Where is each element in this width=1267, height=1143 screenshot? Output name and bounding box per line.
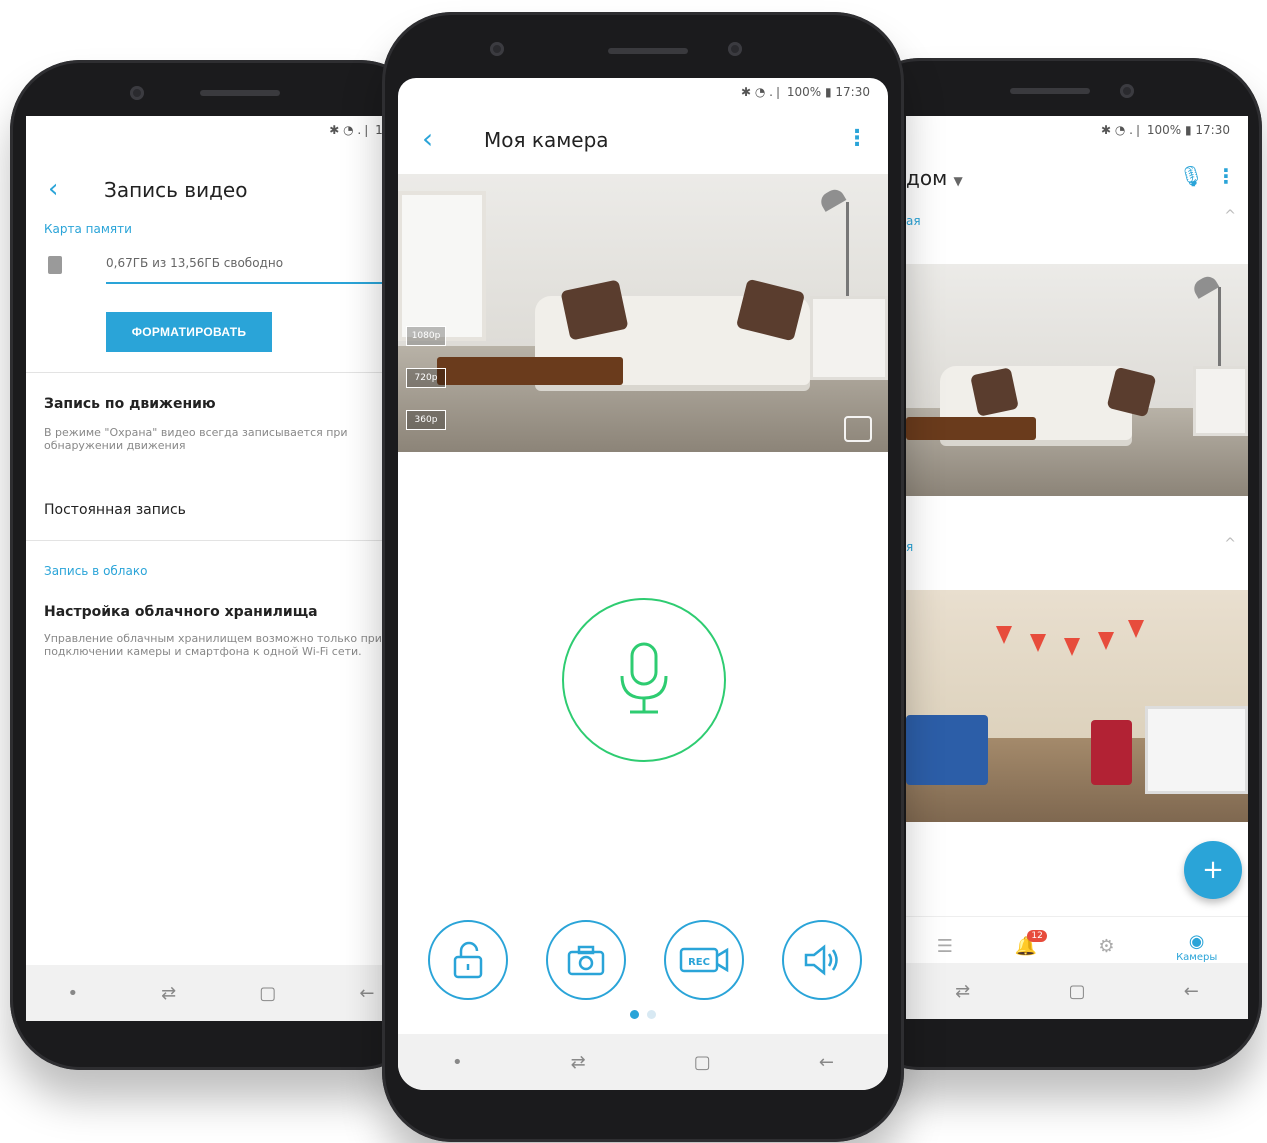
sd-card-icon bbox=[48, 256, 62, 274]
page-title: Запись видео bbox=[104, 178, 248, 202]
page-dot-active bbox=[630, 1010, 639, 1019]
back-nav-icon[interactable]: ← bbox=[819, 1052, 834, 1073]
phone-right: ✱ ◔ .❘ 100% ▮ 17:30 дом ▼ 🎙 ⋮ ая ^ я ^ +… bbox=[850, 58, 1262, 1070]
cloud-settings-desc: Управление облачным хранилищем возможно … bbox=[44, 632, 382, 658]
home-icon[interactable]: ▢ bbox=[694, 1052, 711, 1073]
front-camera bbox=[130, 86, 144, 100]
status-text: ✱ ◔ .❘ 100% ▮ 17:30 bbox=[1101, 123, 1230, 137]
talk-button[interactable] bbox=[562, 598, 726, 762]
quality-1080p[interactable]: 1080p bbox=[406, 326, 446, 346]
cloud-settings-title[interactable]: Настройка облачного хранилища bbox=[44, 604, 318, 620]
motion-record-desc: В режиме "Охрана" видео всегда записывае… bbox=[44, 426, 348, 452]
mic-icon[interactable]: 🎙 bbox=[1179, 164, 1204, 188]
quality-720p[interactable]: 720p bbox=[406, 368, 446, 388]
record-button[interactable]: REC bbox=[664, 920, 744, 1000]
screen-left: ✱ ◔ .❘ 100 ‹ Запись видео Карта памяти 0… bbox=[26, 116, 416, 1021]
speaker-button[interactable] bbox=[782, 920, 862, 1000]
dot-icon[interactable]: • bbox=[68, 983, 79, 1004]
coffee-table bbox=[437, 357, 624, 386]
shelf bbox=[1145, 706, 1248, 795]
side-table bbox=[809, 296, 888, 380]
back-nav-icon[interactable]: ← bbox=[359, 983, 374, 1004]
chair bbox=[1090, 719, 1132, 785]
coffee-table bbox=[906, 417, 1036, 441]
side-table bbox=[1193, 366, 1248, 436]
status-bar: ✱ ◔ .❘ 100% ▮ 17:30 bbox=[906, 116, 1248, 144]
record-icon: REC bbox=[679, 947, 729, 973]
camera-icon bbox=[567, 945, 605, 976]
recent-apps-icon[interactable]: ⇄ bbox=[571, 1052, 586, 1073]
system-nav-bar: • ⇄ ▢ ← bbox=[26, 965, 416, 1021]
front-camera bbox=[1120, 84, 1134, 98]
screen-center: ✱ ◔ .❘ 100% ▮ 17:30 ‹ Моя камера ⋮ 1080p… bbox=[398, 78, 888, 1090]
home-icon[interactable]: ▢ bbox=[259, 983, 276, 1004]
back-icon[interactable]: ‹ bbox=[48, 174, 58, 204]
promo-stage: ✱ ◔ .❘ 100 ‹ Запись видео Карта памяти 0… bbox=[0, 0, 1267, 1143]
collapse-icon[interactable]: ^ bbox=[1224, 208, 1236, 224]
microphone-icon bbox=[620, 642, 668, 714]
status-bar: ✱ ◔ .❘ 100% ▮ 17:30 bbox=[398, 78, 888, 106]
status-bar: ✱ ◔ .❘ 100 bbox=[26, 116, 416, 144]
more-icon[interactable]: ⋮ bbox=[1216, 164, 1236, 188]
front-camera bbox=[490, 42, 504, 56]
snapshot-button[interactable] bbox=[546, 920, 626, 1000]
page-dot bbox=[647, 1010, 656, 1019]
sensor bbox=[728, 42, 742, 56]
cloud-record-label: Запись в облако bbox=[44, 564, 148, 578]
collapse-icon[interactable]: ^ bbox=[1224, 536, 1236, 552]
earpiece bbox=[608, 48, 688, 54]
tab-cameras-label: Камеры bbox=[1176, 951, 1218, 963]
rec-label: REC bbox=[688, 957, 710, 968]
unlock-icon bbox=[453, 941, 483, 979]
status-text: ✱ ◔ .❘ 100% ▮ 17:30 bbox=[741, 85, 870, 99]
settings-icon[interactable]: ⚙ bbox=[1098, 936, 1114, 957]
recent-apps-icon[interactable]: ⇄ bbox=[161, 983, 176, 1004]
memory-label: Карта памяти bbox=[44, 222, 132, 236]
home-icon[interactable]: ▢ bbox=[1068, 981, 1085, 1002]
divider bbox=[26, 372, 416, 373]
page-title: Моя камера bbox=[484, 128, 609, 152]
group-label: я bbox=[906, 540, 914, 554]
group-label: ая bbox=[906, 214, 921, 228]
notification-badge: 12 bbox=[1027, 930, 1047, 942]
system-nav-bar: ⇄ ▢ ← bbox=[906, 963, 1248, 1019]
tab-cameras[interactable]: ◉ Камеры bbox=[1176, 931, 1217, 963]
phone-center: ✱ ◔ .❘ 100% ▮ 17:30 ‹ Моя камера ⋮ 1080p… bbox=[382, 12, 904, 1142]
bed bbox=[906, 715, 989, 785]
unlock-button[interactable] bbox=[428, 920, 508, 1000]
quality-360p[interactable]: 360p bbox=[406, 410, 446, 430]
page-indicator bbox=[630, 1010, 656, 1019]
recent-apps-icon[interactable]: ⇄ bbox=[955, 981, 970, 1002]
phone-left: ✱ ◔ .❘ 100 ‹ Запись видео Карта памяти 0… bbox=[10, 60, 430, 1070]
earpiece bbox=[200, 90, 280, 96]
dropdown-icon: ▼ bbox=[953, 174, 963, 188]
fullscreen-icon[interactable] bbox=[844, 416, 872, 442]
system-nav-bar: • ⇄ ▢ ← bbox=[398, 1034, 888, 1090]
filters-icon[interactable]: ☰ bbox=[937, 936, 953, 957]
constant-record-title[interactable]: Постоянная запись bbox=[44, 502, 186, 518]
camera-preview-kids[interactable] bbox=[906, 590, 1248, 822]
earpiece bbox=[1010, 88, 1090, 94]
dot-icon[interactable]: • bbox=[452, 1052, 463, 1073]
screen-right: ✱ ◔ .❘ 100% ▮ 17:30 дом ▼ 🎙 ⋮ ая ^ я ^ +… bbox=[906, 116, 1248, 1019]
home-selector[interactable]: дом ▼ bbox=[906, 166, 963, 190]
motion-record-title[interactable]: Запись по движению bbox=[44, 396, 216, 412]
divider bbox=[26, 540, 416, 541]
back-icon[interactable]: ‹ bbox=[422, 122, 433, 155]
home-title: дом bbox=[906, 166, 948, 190]
memory-bar bbox=[106, 282, 406, 284]
more-icon[interactable]: ⋮ bbox=[846, 126, 868, 151]
speaker-icon bbox=[804, 944, 838, 976]
back-nav-icon[interactable]: ← bbox=[1184, 981, 1199, 1002]
cameras-icon: ◉ bbox=[1188, 930, 1205, 952]
format-button[interactable]: ФОРМАТИРОВАТЬ bbox=[106, 312, 272, 352]
memory-value: 0,67ГБ из 13,56ГБ свободно bbox=[106, 256, 284, 270]
window bbox=[398, 190, 487, 341]
add-camera-button[interactable]: + bbox=[1184, 841, 1242, 899]
camera-preview-living[interactable] bbox=[906, 264, 1248, 496]
camera-live-view[interactable]: 1080p 720p 360p bbox=[398, 174, 888, 452]
notifications-icon[interactable]: 🔔 12 bbox=[1014, 930, 1047, 957]
